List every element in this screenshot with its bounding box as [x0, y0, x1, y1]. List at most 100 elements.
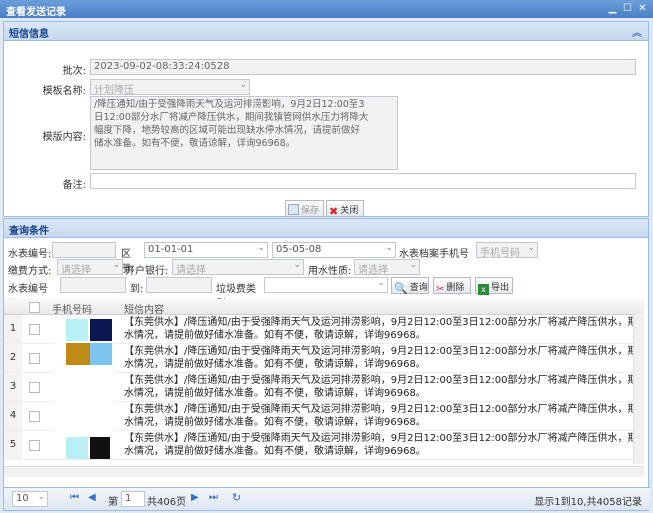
content-line: 【东莞供水】/降压通知/由于受强降雨天气及运河排涝影响，9月2日12:00至3日… [124, 375, 644, 386]
row-checkbox[interactable] [29, 324, 40, 335]
bank-label: 开户银行: [125, 266, 169, 277]
window-title-bar: 查看发送记录 ▁ ☐ ✕ [0, 0, 653, 18]
mosaic-block [66, 319, 88, 341]
garbage-type-select[interactable]: ⌄ [264, 277, 388, 293]
batch-field[interactable]: 2023-09-02-08:33:24:0528 [90, 59, 636, 75]
search-button[interactable]: 🔍 查询 [391, 277, 429, 295]
close-label: 关闭 [340, 206, 359, 216]
chevron-down-icon: ⌄ [112, 260, 120, 270]
template-name-label: 模板名称: [42, 86, 86, 97]
row-number: 2 [4, 344, 22, 372]
grid-header: 手机号码 短信内容 [4, 299, 644, 316]
sms-info-panel: 短信信息 ︽ 批次: 2023-09-02-08:33:24:0528 模板名称… [3, 21, 649, 218]
water-nature-select[interactable]: 请选择 ⌄ [354, 259, 420, 275]
meter-from-input[interactable] [60, 277, 126, 293]
excel-icon: x [478, 284, 489, 295]
row-content: 【东莞供水】/降压通知/由于受强降雨天气及运河排涝影响，9月2日12:00至3日… [124, 403, 644, 429]
row-content: 【东莞供水】/降压通知/由于受强降雨天气及运河排涝影响，9月2日12:00至3日… [124, 316, 644, 342]
close-icon: ✖ [329, 205, 339, 218]
close-window-icon[interactable]: ✕ [636, 2, 649, 15]
chevron-down-icon: ⌄ [257, 243, 265, 253]
chevron-down-icon: ⌄ [377, 278, 385, 288]
next-page-icon[interactable]: ▶ [191, 492, 199, 503]
bank-select[interactable]: 请选择 ⌄ [172, 259, 304, 275]
export-button[interactable]: x 导出 [475, 277, 513, 295]
first-page-icon[interactable]: ⏮ [70, 492, 79, 503]
phone-placeholder: 手机号码 [480, 248, 520, 258]
row-content: 【东莞供水】/降压通知/由于受强降雨天气及运河排涝影响，9月2日12:00至3日… [124, 374, 644, 400]
col-content-header[interactable]: 短信内容 [124, 301, 164, 316]
row-checkbox[interactable] [29, 353, 40, 364]
query-panel-header: 查询条件 [4, 219, 648, 238]
last-page-icon[interactable]: ⏭ [209, 492, 218, 503]
remark-field[interactable] [90, 173, 636, 189]
prev-page-icon[interactable]: ◀ [88, 492, 96, 503]
page-size-select[interactable]: 10 ⌄ [12, 491, 48, 507]
batch-label: 批次: [62, 66, 86, 77]
template-content-label: 模版内容: [42, 132, 86, 143]
results-grid: 手机号码 短信内容 1 【东莞供水】/降压通知/由于受强降雨天气及运河排涝影响，… [4, 299, 644, 477]
page-number-input[interactable]: 1 [121, 491, 145, 507]
content-line: 【东莞供水】/降压通知/由于受强降雨天气及运河排涝影响，9月2日12:00至3日… [124, 317, 644, 328]
close-button[interactable]: ✖ 关闭 [326, 200, 364, 218]
row-number: 4 [4, 402, 22, 430]
search-icon: 🔍 [394, 282, 408, 295]
minimize-icon[interactable]: ▁ [606, 2, 619, 15]
content-line: 【东莞供水】/降压通知/由于受强降雨天气及运河排涝影响，9月2日12:00至3日… [124, 346, 644, 357]
query-panel: 查询条件 水表编号: 区册: 01-01-01 ⌄ 05-05-08 ⌄ 水表档… [3, 218, 650, 511]
content-line: 日12:00部分水厂将减产降压供水，期间我镇管网供水压力将降大 [94, 112, 369, 123]
content-line: /降压通知/由于受强降雨天气及运河排涝影响，9月2日12:00至3 [94, 99, 365, 110]
meter-to-label: 到: [130, 284, 144, 295]
content-line: 幅度下降，地势较高的区域可能出现缺水停水情况，请提前做好 [94, 125, 361, 136]
phone-select[interactable]: 手机号码 ⌄ [476, 242, 538, 258]
collapse-up-icon[interactable]: ︽ [632, 24, 642, 39]
vertical-scrollbar[interactable] [633, 314, 644, 464]
chevron-down-icon: ⌄ [527, 243, 535, 253]
content-line: 水情况，请提前做好储水准备。如有不便，敬请谅解，详询96968。 [124, 446, 426, 457]
row-number: 3 [4, 373, 22, 401]
row-number: 1 [4, 315, 22, 343]
delete-label: 删除 [446, 283, 465, 293]
bank-placeholder: 请选择 [176, 265, 206, 275]
pay-method-placeholder: 请选择 [61, 265, 91, 275]
row-content: 【东莞供水】/降压通知/由于受强降雨天气及运河排涝影响，9月2日12:00至3日… [124, 432, 644, 458]
template-name-select[interactable]: 计划降压 ⌄ [90, 79, 250, 95]
row-checkbox[interactable] [29, 411, 40, 422]
water-nature-label: 用水性质: [308, 266, 352, 277]
refresh-icon[interactable]: ↻ [232, 491, 241, 504]
row-checkbox[interactable] [29, 440, 40, 451]
chevron-down-icon: ⌄ [37, 492, 45, 502]
content-line: 储水准备。如有不便，敬请谅解，详询96968。 [94, 138, 296, 149]
mosaic-block [90, 437, 110, 459]
meter-to-input[interactable] [146, 277, 212, 293]
area-to-value: 05-05-08 [276, 244, 322, 255]
mosaic-block [90, 343, 112, 365]
select-all-checkbox[interactable] [29, 302, 40, 313]
content-line: 水情况，请提前做好储水准备。如有不便，敬请谅解，详询96968。 [124, 417, 426, 428]
delete-button[interactable]: ✂ 删除 [433, 277, 471, 295]
row-number: 5 [4, 431, 22, 459]
area-from-select[interactable]: 01-01-01 ⌄ [144, 242, 268, 258]
chevron-down-icon: ⌄ [239, 80, 247, 90]
pay-method-label: 缴费方式: [8, 266, 52, 277]
maximize-icon[interactable]: ☐ [621, 2, 634, 15]
horizontal-scrollbar[interactable] [4, 466, 644, 477]
water-nature-placeholder: 请选择 [358, 265, 388, 275]
chevron-down-icon: ⌄ [293, 260, 301, 270]
mosaic-block [66, 437, 88, 459]
sms-panel-header: 短信信息 ︽ [4, 22, 648, 41]
save-label: 保存 [301, 206, 320, 216]
save-icon [288, 204, 299, 215]
save-button[interactable]: 保存 [285, 200, 324, 217]
area-from-value: 01-01-01 [148, 244, 194, 255]
template-content-textarea[interactable]: /降压通知/由于受强降雨天气及运河排涝影响，9月2日12:00至3 日12:00… [90, 96, 398, 170]
chevron-down-icon: ⌄ [409, 260, 417, 270]
meter-no-input[interactable] [52, 242, 116, 258]
template-name-value: 计划降压 [94, 85, 134, 95]
area-to-select[interactable]: 05-05-08 ⌄ [272, 242, 396, 258]
page-total: 共406页 [147, 497, 187, 508]
pay-method-select[interactable]: 请选择 ⌄ [57, 259, 123, 275]
col-phone-header[interactable]: 手机号码 [52, 301, 92, 316]
row-checkbox[interactable] [29, 382, 40, 393]
chevron-down-icon: ⌄ [385, 243, 393, 253]
